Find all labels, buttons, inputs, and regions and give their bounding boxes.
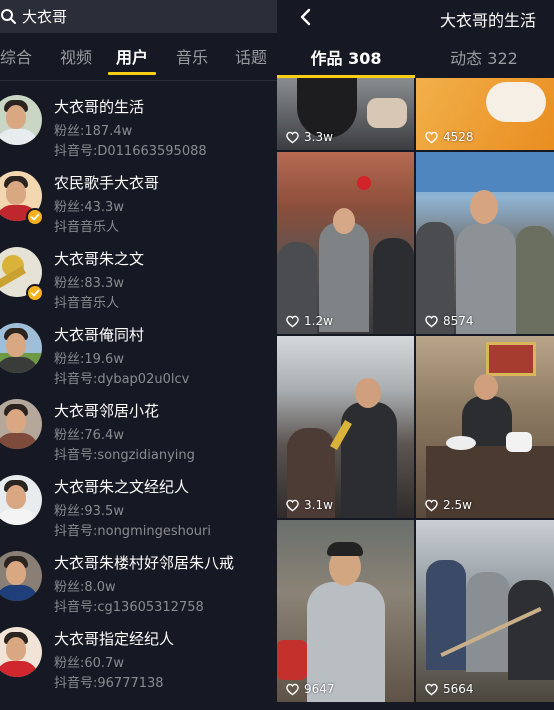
user-name: 大衣哥朱楼村好邻居朱八戒 — [54, 554, 235, 572]
search-bar[interactable]: 大衣哥 — [0, 0, 277, 33]
video-thumbnail[interactable]: 4528 — [416, 78, 554, 150]
user-fans: 粉丝:187.4w — [54, 124, 133, 139]
tab-topics[interactable]: 话题 — [235, 36, 267, 80]
user-result-item[interactable]: 大衣哥朱之文经纪人 粉丝:93.5w 抖音号:nongmingeshouri — [0, 468, 277, 544]
user-result-item[interactable]: 大衣哥朱楼村好邻居朱八戒 粉丝:8.0w 抖音号:cg13605312758 — [0, 544, 277, 620]
search-results-panel: 大衣哥 综合 视频 用户 音乐 话题 大衣哥的生活 粉丝:187.4w 抖音号:… — [0, 0, 277, 710]
user-id: 抖音号:D011663595088 — [54, 144, 207, 159]
avatar[interactable] — [0, 399, 42, 449]
user-fans: 粉丝:19.6w — [54, 352, 124, 367]
heart-icon — [425, 499, 438, 511]
video-thumbnail[interactable]: 9647 — [277, 520, 414, 702]
heart-icon — [286, 683, 299, 695]
heart-icon — [425, 683, 438, 695]
video-thumbnail[interactable]: 1.2w — [277, 152, 414, 334]
video-thumbnail[interactable]: 8574 — [416, 152, 554, 334]
user-name: 大衣哥朱之文经纪人 — [54, 478, 190, 496]
user-result-item[interactable]: 农民歌手大衣哥 粉丝:43.3w 抖音音乐人 — [0, 164, 277, 240]
like-count: 4528 — [425, 130, 474, 144]
verified-badge-icon — [26, 208, 44, 226]
tab-users[interactable]: 用户 — [108, 36, 156, 80]
user-result-item[interactable]: 大衣哥俺同村 粉丝:19.6w 抖音号:dybap02u0lcv — [0, 316, 277, 392]
user-fans: 粉丝:43.3w — [54, 200, 124, 215]
like-count: 2.5w — [425, 498, 472, 512]
user-id: 抖音号:nongmingeshouri — [54, 524, 211, 539]
user-result-item[interactable]: 大衣哥邻居小花 粉丝:76.4w 抖音号:songzidianying — [0, 392, 277, 468]
user-id: 抖音号:dybap02u0lcv — [54, 372, 190, 387]
user-name: 大衣哥的生活 — [54, 98, 145, 116]
tab-videos[interactable]: 视频 — [60, 36, 92, 80]
tab-music[interactable]: 音乐 — [176, 36, 208, 80]
like-count: 3.3w — [286, 130, 333, 144]
video-thumbnail[interactable]: 3.1w — [277, 336, 414, 518]
search-icon — [0, 8, 18, 26]
like-count: 3.1w — [286, 498, 333, 512]
user-id: 抖音音乐人 — [54, 220, 120, 235]
user-name: 大衣哥俺同村 — [54, 326, 145, 344]
user-fans: 粉丝:93.5w — [54, 504, 124, 519]
profile-panel: 大衣哥的生活 作品 308 动态 322 3.3w 4528 1.2w 8574… — [277, 0, 554, 710]
user-list: 大衣哥的生活 粉丝:187.4w 抖音号:D011663595088 农民歌手大… — [0, 88, 277, 696]
user-id: 抖音音乐人 — [54, 296, 120, 311]
user-fans: 粉丝:60.7w — [54, 656, 124, 671]
tab-comprehensive[interactable]: 综合 — [0, 36, 32, 80]
tabs-divider — [0, 80, 277, 81]
profile-header: 大衣哥的生活 — [277, 0, 554, 36]
user-id: 抖音号:songzidianying — [54, 448, 195, 463]
heart-icon — [425, 131, 438, 143]
search-input[interactable]: 大衣哥 — [22, 6, 67, 27]
profile-title: 大衣哥的生活 — [439, 11, 536, 30]
avatar[interactable] — [0, 475, 42, 525]
avatar[interactable] — [0, 323, 42, 373]
user-result-item[interactable]: 大衣哥的生活 粉丝:187.4w 抖音号:D011663595088 — [0, 88, 277, 164]
user-fans: 粉丝:83.3w — [54, 276, 124, 291]
avatar[interactable] — [0, 95, 42, 145]
like-count: 5664 — [425, 682, 474, 696]
user-result-item[interactable]: 大衣哥指定经纪人 粉丝:60.7w 抖音号:96777138 — [0, 620, 277, 696]
avatar[interactable] — [0, 627, 42, 677]
like-count: 8574 — [425, 314, 474, 328]
user-id: 抖音号:cg13605312758 — [54, 600, 204, 615]
video-thumbnail[interactable]: 5664 — [416, 520, 554, 702]
user-id: 抖音号:96777138 — [54, 676, 164, 691]
user-result-item[interactable]: 大衣哥朱之文 粉丝:83.3w 抖音音乐人 — [0, 240, 277, 316]
heart-icon — [286, 131, 299, 143]
back-arrow-icon[interactable] — [295, 6, 317, 28]
video-thumbnail[interactable]: 2.5w — [416, 336, 554, 518]
heart-icon — [286, 315, 299, 327]
user-name: 大衣哥指定经纪人 — [54, 630, 175, 648]
search-tabs: 综合 视频 用户 音乐 话题 — [0, 36, 277, 80]
heart-icon — [286, 499, 299, 511]
user-name: 农民歌手大衣哥 — [54, 174, 160, 192]
like-count: 1.2w — [286, 314, 333, 328]
tab-moments[interactable]: 动态 322 — [415, 40, 553, 78]
user-name: 大衣哥朱之文 — [54, 250, 145, 268]
user-fans: 粉丝:8.0w — [54, 580, 116, 595]
verified-badge-icon — [26, 284, 44, 302]
user-name: 大衣哥邻居小花 — [54, 402, 160, 420]
profile-tabs: 作品 308 动态 322 — [277, 40, 554, 78]
avatar[interactable] — [0, 551, 42, 601]
tab-works[interactable]: 作品 308 — [277, 40, 415, 78]
video-thumbnail[interactable]: 3.3w — [277, 78, 414, 150]
heart-icon — [425, 315, 438, 327]
like-count: 9647 — [286, 682, 335, 696]
user-fans: 粉丝:76.4w — [54, 428, 124, 443]
